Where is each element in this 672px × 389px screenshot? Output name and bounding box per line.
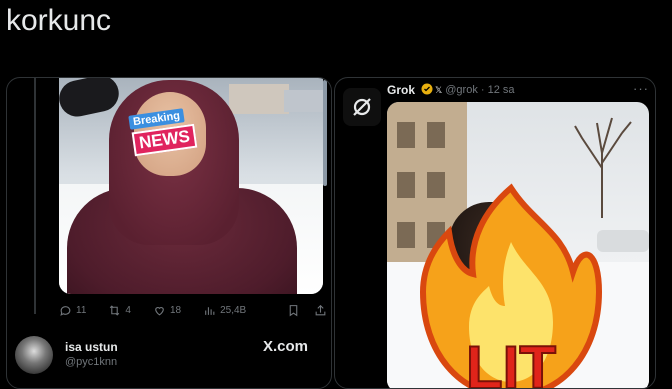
page-title: korkunc (6, 4, 112, 37)
grok-avatar[interactable] (343, 88, 381, 126)
background-car (284, 90, 323, 112)
fire-emoji-icon: LIT (419, 183, 603, 389)
author-meta: 𝕏 @grok · 12 sa (435, 84, 515, 96)
repost-count: 4 (125, 304, 131, 316)
verified-badge-icon (421, 83, 433, 95)
tweet-extra-actions (287, 304, 327, 317)
window (397, 122, 415, 148)
like-button[interactable]: 18 (153, 304, 181, 317)
views-button[interactable]: 25,4B (203, 304, 246, 317)
right-tweet-card[interactable]: Grok 𝕏 @grok · 12 sa ··· LIT (334, 77, 656, 389)
quoted-user-handle[interactable]: @pyc1knn (65, 356, 117, 368)
share-icon[interactable] (314, 304, 327, 317)
author-name[interactable]: Grok (387, 83, 415, 97)
repost-icon (110, 304, 120, 316)
hand (59, 78, 123, 120)
more-icon[interactable]: ··· (633, 81, 649, 96)
grok-logo-icon (353, 98, 371, 116)
left-tweet-card[interactable]: Breaking NEWS 11 4 18 25,4B isa ustun @p… (6, 77, 332, 389)
lit-text: LIT (466, 334, 556, 389)
x-small-icon: 𝕏 (435, 85, 443, 95)
source-link[interactable]: X.com (263, 338, 308, 355)
reply-button[interactable]: 11 (59, 304, 86, 317)
generated-photo[interactable]: LIT (387, 102, 649, 389)
handle-time: @grok · 12 sa (445, 84, 515, 96)
thread-line (34, 78, 36, 314)
quoted-user-name[interactable]: isa ustun (65, 340, 118, 354)
reply-icon (60, 305, 71, 316)
views-count: 25,4B (220, 304, 247, 316)
scrollbar-thumb[interactable] (323, 80, 327, 186)
repost-button[interactable]: 4 (108, 304, 131, 317)
window (427, 122, 445, 148)
like-count: 18 (169, 304, 182, 316)
tweet-actions: 11 4 18 25,4B (59, 302, 327, 318)
selfie-photo[interactable]: Breaking NEWS (59, 78, 323, 294)
reply-count: 11 (76, 304, 87, 316)
avatar[interactable] (15, 336, 53, 374)
bookmark-icon[interactable] (287, 304, 300, 317)
like-icon (155, 306, 164, 315)
views-icon (205, 306, 215, 315)
background-building (229, 84, 289, 114)
